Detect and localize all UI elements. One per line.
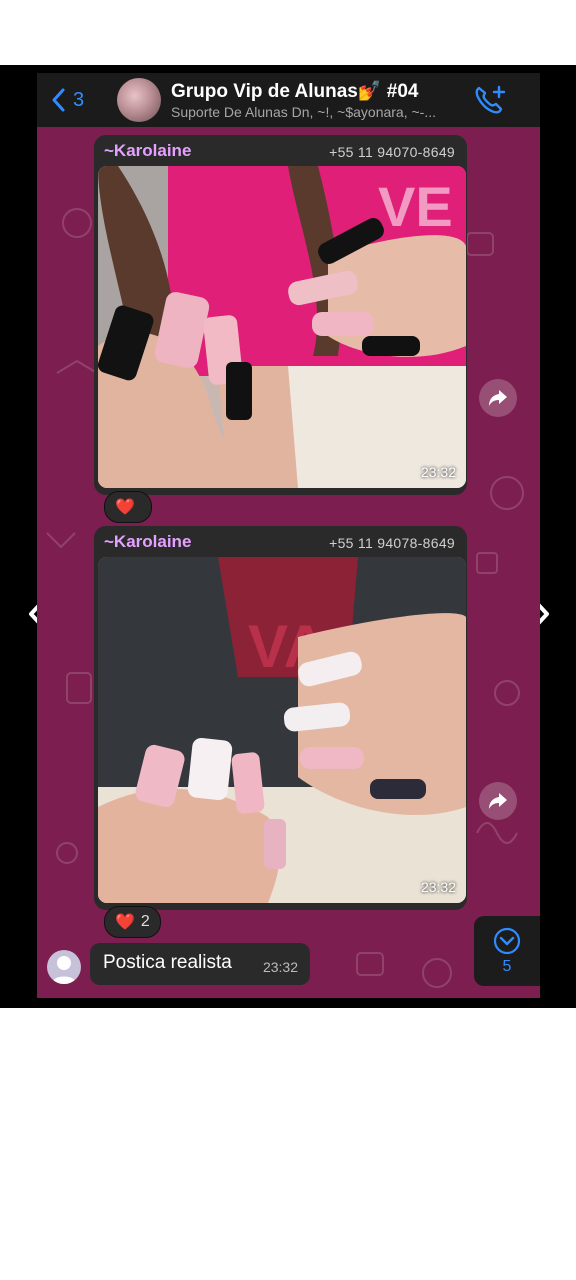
reaction-count: 2	[140, 913, 150, 930]
nail-photo[interactable]: VA 23:32	[98, 557, 466, 903]
group-title[interactable]: Grupo Vip de Alunas💅 #04	[171, 79, 419, 103]
text-message[interactable]: Postica realista 23:32	[90, 943, 310, 985]
chat-header: 3 Grupo Vip de Alunas💅 #04 Suporte De Al…	[37, 73, 540, 127]
message-time: 23:32	[262, 959, 298, 975]
heart-icon: ❤️	[115, 499, 135, 516]
reaction-badge[interactable]: ❤️ 2	[104, 906, 161, 938]
scroll-to-bottom-button[interactable]: 5	[474, 916, 540, 986]
forward-button[interactable]	[479, 782, 517, 820]
user-avatar-icon[interactable]	[47, 950, 81, 984]
person-icon	[51, 956, 77, 984]
nail-photo-image: VA	[98, 557, 466, 903]
group-avatar[interactable]	[117, 78, 161, 122]
back-button[interactable]: 3	[51, 87, 84, 113]
media-viewer: 3 Grupo Vip de Alunas💅 #04 Suporte De Al…	[0, 65, 576, 1008]
message-time: 23:32	[420, 879, 456, 895]
group-members[interactable]: Suporte De Alunas Dn, ~!, ~$ayonara, ~-.…	[171, 104, 471, 120]
unread-count: 3	[73, 88, 85, 111]
sender-name[interactable]: ~Karolaine	[104, 532, 191, 552]
phone-add-icon[interactable]	[473, 84, 507, 116]
image-message[interactable]: ~Karolaine +55 11 94078-8649 VA 23:32	[94, 526, 467, 910]
forward-icon	[489, 793, 507, 809]
forward-button[interactable]	[479, 379, 517, 417]
image-message[interactable]: ~Karolaine +55 11 94070-8649 VE 23:32	[94, 135, 467, 495]
heart-icon: ❤️	[115, 914, 135, 931]
nail-photo-image: VE	[98, 166, 466, 488]
forward-icon	[489, 390, 507, 406]
nail-photo[interactable]: VE 23:32	[98, 166, 466, 488]
chevron-left-icon	[52, 88, 65, 112]
chevron-down-circle-icon	[493, 927, 521, 955]
reaction-badge[interactable]: ❤️	[104, 491, 152, 523]
chat-screen: 3 Grupo Vip de Alunas💅 #04 Suporte De Al…	[37, 73, 540, 998]
sender-phone: +55 11 94078-8649	[329, 535, 455, 551]
sender-name[interactable]: ~Karolaine	[104, 141, 191, 161]
message-text: Postica realista	[103, 952, 232, 973]
unread-badge: 5	[502, 958, 512, 975]
sender-phone: +55 11 94070-8649	[329, 144, 455, 160]
message-time: 23:32	[420, 464, 456, 480]
svg-text:VE: VE	[378, 175, 453, 238]
